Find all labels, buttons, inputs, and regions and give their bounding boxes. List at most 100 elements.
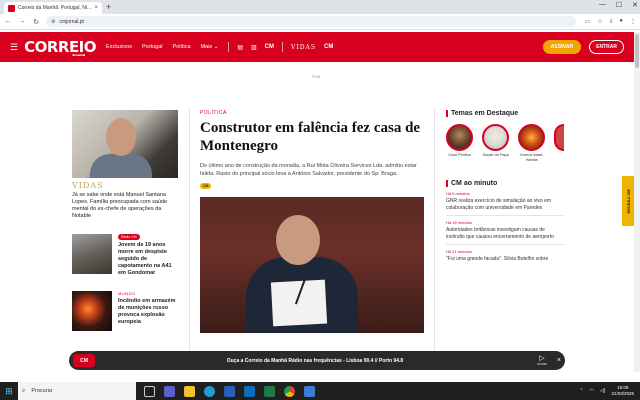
tema-image[interactable] — [554, 124, 565, 151]
volume-icon[interactable]: ◁) — [600, 388, 606, 394]
address-bar: ← → ↻ ⚙ cmjornal.pt ▭ ☆ ⤓ ● ⋮ — [0, 14, 640, 30]
taskbar-search[interactable]: ⌕ Procurar — [18, 382, 136, 400]
left-column: VIDAS Já se sabe onde está Manuel Santan… — [72, 110, 178, 331]
vidas-image[interactable] — [72, 110, 178, 178]
list-item[interactable]: Há 9 minutos GNR realiza exercício de si… — [446, 187, 564, 216]
scrollbar-thumb[interactable] — [635, 34, 639, 68]
cast-icon[interactable]: ▭ — [585, 18, 591, 25]
vidas-article-title[interactable]: Já se sabe onde está Manuel Santana Lope… — [72, 192, 178, 220]
forward-icon[interactable]: → — [18, 18, 26, 25]
outlook-icon[interactable] — [244, 385, 255, 397]
word-icon[interactable] — [224, 385, 235, 397]
site-logo[interactable]: CORREIO da manhã — [24, 38, 96, 57]
reload-icon[interactable]: ↻ — [32, 18, 40, 26]
new-tab-button[interactable]: + — [106, 2, 111, 12]
article-hero-image[interactable] — [200, 197, 424, 333]
wifi-icon[interactable]: ◠ — [590, 388, 594, 394]
nav-mais[interactable]: Mais ⌄ — [201, 44, 219, 50]
tema-item[interactable]: Guerra Israel-Hamas — [518, 124, 546, 162]
temas-list: Crise Política Saúde do Papa Guerra Isra… — [446, 124, 565, 162]
hamburger-menu-icon[interactable]: ☰ — [10, 42, 18, 53]
article-section[interactable]: POLÍTICA — [200, 110, 424, 116]
article-title[interactable]: Jovem de 19 anos morre em despiste segui… — [118, 242, 178, 277]
site-info-icon[interactable]: ⚙ — [51, 19, 55, 25]
menu-dots-icon[interactable]: ⋮ — [630, 18, 636, 25]
epaper-icon[interactable]: ▥ — [251, 44, 257, 51]
list-item[interactable]: MUNDO Incêndio em armazém de munições ru… — [72, 291, 178, 331]
list-item[interactable]: Rádio CM Jovem de 19 anos morre em despi… — [72, 234, 178, 277]
news-time: Há 21 minutos — [446, 249, 472, 254]
file-explorer-icon[interactable] — [184, 385, 195, 397]
radio-badge: Rádio CM — [118, 234, 140, 240]
clock[interactable]: 15:09 21/03/2025 — [611, 385, 634, 397]
window-controls: — ☐ ✕ — [599, 1, 638, 9]
teams-icon[interactable] — [164, 385, 175, 397]
tema-item[interactable]: Saúde do Papa — [482, 124, 510, 162]
search-icon: ⌕ — [22, 387, 26, 394]
news-text[interactable]: "Foi uma grande facada": Sílvia Botelho … — [446, 256, 564, 263]
site-header: ☰ CORREIO da manhã Exclusivos Portugal Po… — [0, 32, 634, 62]
windows-start-icon[interactable]: ⊞ — [0, 382, 18, 400]
tema-image[interactable] — [518, 124, 546, 151]
url-field[interactable]: ⚙ cmjornal.pt — [46, 16, 576, 27]
news-text[interactable]: Autoridades britânicas investigam causas… — [446, 227, 564, 240]
cm-radio-icon[interactable]: CM — [324, 44, 333, 50]
news-text[interactable]: GNR realiza exercício de simulação ao vi… — [446, 198, 564, 211]
assinar-button[interactable]: ASSINAR — [542, 40, 582, 54]
system-tray: ⌃ ◠ ◁) 15:09 21/03/2025 — [579, 385, 640, 397]
radio-frequencies-text: Ouça a Correio da Manhã Rádio nas frequê… — [226, 357, 404, 364]
tema-label[interactable]: Crise Política — [446, 153, 473, 158]
article-thumbnail[interactable] — [72, 234, 112, 274]
vidas-link[interactable]: VIDAS — [291, 44, 316, 51]
tema-image[interactable] — [482, 124, 510, 151]
close-window-icon[interactable]: ✕ — [632, 1, 638, 9]
profile-icon[interactable]: ● — [619, 18, 623, 25]
column-divider — [189, 108, 190, 358]
tema-label[interactable]: Guerra Israel-Hamas — [518, 153, 545, 162]
tema-item[interactable]: Crise Política — [446, 124, 474, 162]
close-radio-icon[interactable]: × — [557, 357, 561, 364]
nav-politica[interactable]: Política — [173, 44, 191, 50]
exclusive-badge: CM — [200, 183, 212, 189]
page-scrollbar[interactable] — [634, 32, 640, 372]
maximize-icon[interactable]: ☐ — [616, 1, 622, 9]
chrome-icon[interactable] — [284, 385, 295, 397]
nav-exclusivos[interactable]: Exclusivos — [106, 44, 132, 50]
browser-tabbar: Correio da Manhã: Portugal, Ni... × + — … — [0, 0, 640, 14]
store-icon[interactable] — [304, 385, 315, 397]
excel-icon[interactable] — [264, 385, 275, 397]
receba-tab[interactable]: RECEBA 25€ — [622, 176, 634, 226]
main-article: POLÍTICA Construtor em falência fez casa… — [200, 110, 424, 333]
temas-title: Temas em Destaque — [446, 110, 564, 117]
play-button[interactable]: ▷ OUVIR — [535, 355, 549, 366]
minimize-icon[interactable]: — — [599, 1, 606, 9]
tema-label[interactable]: Saúde do Papa — [482, 153, 509, 158]
article-thumbnail[interactable] — [72, 291, 112, 331]
tray-chevron-icon[interactable]: ⌃ — [579, 388, 583, 394]
list-item[interactable]: Há 21 minutos "Foi uma grande facada": S… — [446, 245, 564, 267]
minuto-title: CM ao minuto — [446, 180, 564, 187]
ad-label: PUB — [312, 74, 321, 79]
header-divider — [228, 42, 230, 52]
list-item[interactable]: Há 18 minutos Autoridades britânicas inv… — [446, 216, 564, 245]
article-title[interactable]: Incêndio em armazém de munições russo pr… — [118, 298, 178, 326]
tema-image[interactable] — [446, 124, 474, 151]
url-text: cmjornal.pt — [59, 18, 84, 25]
article-headline[interactable]: Construtor em falência fez casa de Monte… — [200, 119, 424, 155]
newspaper-icon[interactable]: ▤ — [237, 44, 243, 51]
tab-close-icon[interactable]: × — [94, 5, 98, 11]
windows-taskbar: ⊞ ⌕ Procurar ⌃ ◠ ◁) 15:09 21/03/2025 — [0, 382, 640, 400]
edge-icon[interactable] — [204, 385, 215, 397]
cm-ao-minuto: CM ao minuto Há 9 minutos GNR realiza ex… — [446, 180, 564, 267]
header-icons: ▤ ▥ CM VIDAS CM — [228, 42, 333, 52]
back-icon[interactable]: ← — [4, 18, 12, 25]
nav-portugal[interactable]: Portugal — [142, 44, 163, 50]
entrar-button[interactable]: ENTRAR — [589, 40, 624, 54]
download-icon[interactable]: ⤓ — [610, 18, 613, 25]
bookmark-icon[interactable]: ☆ — [597, 18, 602, 25]
cmtv-icon[interactable]: CM — [265, 44, 274, 50]
article-lead: Do último ano de construção da moradia, … — [200, 163, 417, 177]
taskbar-apps — [144, 385, 315, 397]
task-view-icon[interactable] — [144, 385, 155, 397]
browser-tab[interactable]: Correio da Manhã: Portugal, Ni... × — [4, 2, 102, 14]
